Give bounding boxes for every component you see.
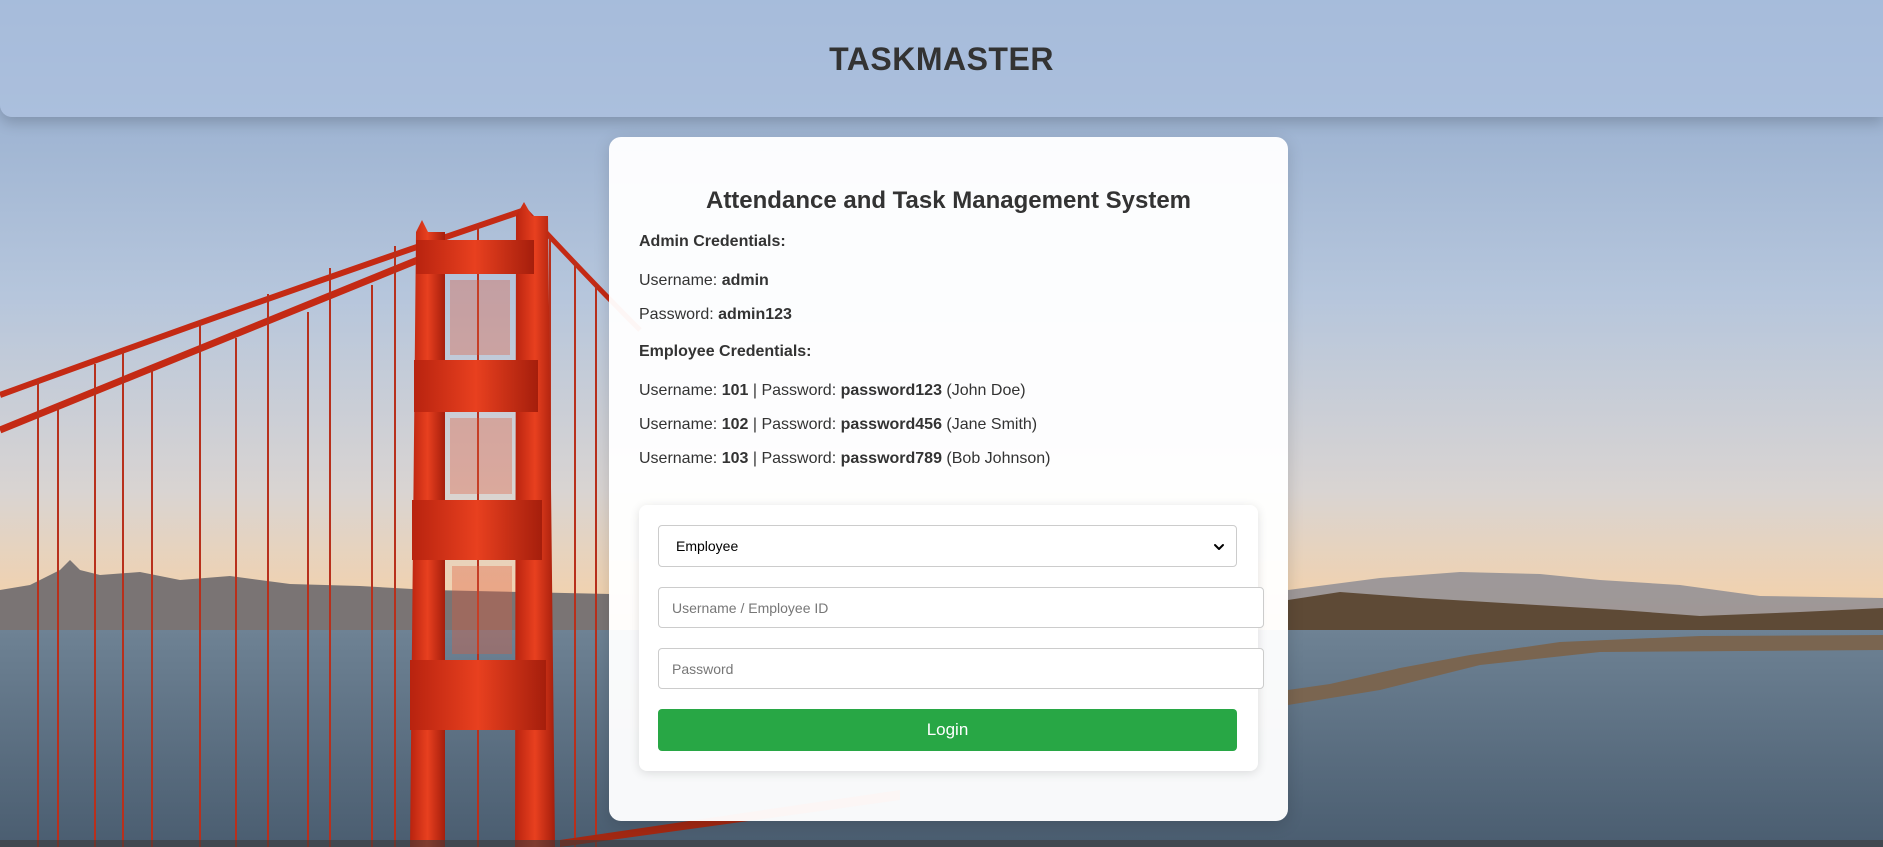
employee-username-label: Username: [639, 450, 722, 467]
login-form: Employee Login [639, 505, 1264, 771]
password-input[interactable] [658, 648, 1264, 689]
employee-password: password789 [840, 450, 942, 467]
admin-username-line: Username: admin [639, 271, 1258, 291]
employee-name: (Jane Smith) [941, 416, 1038, 433]
employee-name: (John Doe) [941, 382, 1026, 399]
role-select-value: Employee [676, 538, 739, 554]
admin-username-label: Username: [639, 272, 722, 289]
chevron-down-icon [1214, 544, 1224, 550]
employee-name: (Bob Johnson) [941, 450, 1051, 467]
employee-credential-line: Username: 102 | Password: password456 (J… [639, 415, 1258, 435]
employee-password: password456 [840, 416, 942, 433]
app-title: TASKMASTER [829, 41, 1054, 77]
system-title: Attendance and Task Management System [705, 187, 1192, 214]
employee-id: 103 [721, 450, 749, 467]
employee-id: 101 [721, 382, 749, 399]
employee-credential-line: Username: 101 | Password: password123 (J… [639, 381, 1258, 401]
employee-username-label: Username: [639, 416, 722, 433]
admin-credentials-heading: Admin Credentials: [639, 233, 786, 250]
employee-password-label: | Password: [748, 382, 841, 399]
employee-password: password123 [840, 382, 942, 399]
employee-username-label: Username: [639, 382, 722, 399]
admin-password-value: admin123 [718, 306, 792, 323]
role-select[interactable]: Employee [658, 525, 1237, 567]
username-input[interactable] [658, 587, 1264, 628]
login-button[interactable]: Login [658, 709, 1237, 751]
employee-password-label: | Password: [748, 450, 841, 467]
admin-password-line: Password: admin123 [639, 305, 1258, 325]
top-header: TASKMASTER [0, 0, 1883, 117]
login-card: Attendance and Task Management System Ad… [609, 137, 1288, 821]
employee-id: 102 [721, 416, 749, 433]
employee-password-label: | Password: [748, 416, 841, 433]
admin-username-value: admin [721, 272, 769, 289]
employee-credentials-heading: Employee Credentials: [639, 343, 812, 360]
employee-credential-line: Username: 103 | Password: password789 (B… [639, 449, 1258, 469]
admin-password-label: Password: [639, 306, 719, 323]
